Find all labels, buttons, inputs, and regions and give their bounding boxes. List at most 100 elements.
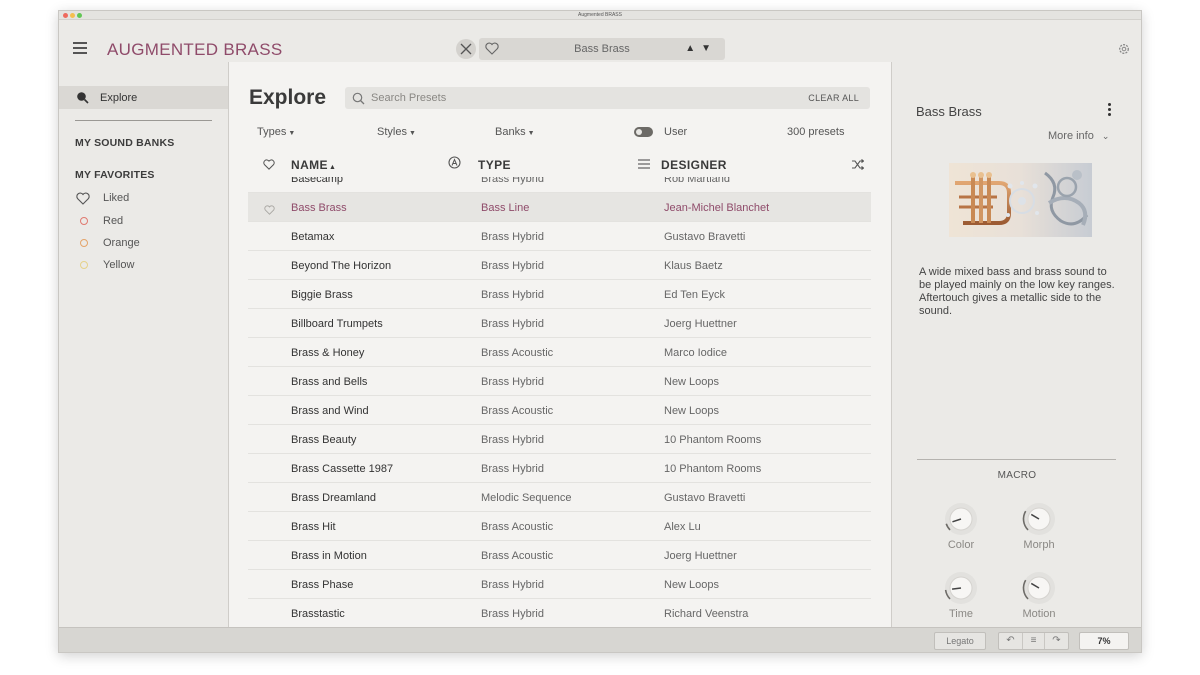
table-row[interactable]: Bass Brass Bass Line Jean-Michel Blanchet — [248, 193, 871, 222]
table-row[interactable]: Brass Dreamland Melodic Sequence Gustavo B… — [248, 483, 871, 512]
column-header-designer[interactable]: DESIGNER — [661, 158, 727, 172]
red-dot-icon — [80, 217, 88, 225]
macro-knob-color[interactable] — [944, 502, 978, 536]
clear-all-button[interactable]: CLEAR ALL — [808, 93, 859, 103]
preset-type-cell: Brass Hybrid — [481, 376, 544, 388]
preset-type-cell: Bass Line — [481, 202, 530, 214]
macro-knob-label: Morph — [1023, 539, 1055, 551]
preset-designer-cell: Jean-Michel Blanchet — [664, 202, 770, 214]
title-bar: Augmented BRASS — [59, 11, 1141, 20]
preset-name-cell: Bass Brass — [291, 202, 347, 214]
preset-name-cell: Brass Phase — [291, 579, 354, 591]
column-header-type[interactable]: TYPE — [478, 158, 511, 172]
preset-name-cell: Brass and Bells — [291, 376, 368, 388]
macro-knob-label: Motion — [1022, 608, 1056, 620]
table-row[interactable]: Brass in Motion Brass Acoustic Joerg Huett… — [248, 541, 871, 570]
table-row[interactable]: Brass Beauty Brass Hybrid 10 Phantom Rooms — [248, 425, 871, 454]
my-sound-banks-heading[interactable]: MY SOUND BANKS — [75, 137, 174, 149]
table-row[interactable]: Beyond The Horizon Brass Hybrid Klaus Baet… — [248, 251, 871, 280]
table-row[interactable]: Billboard Trumpets Brass Hybrid Joerg Huet… — [248, 309, 871, 338]
close-icon — [460, 43, 472, 55]
table-row[interactable]: Brass & Honey Brass Acoustic Marco Iodice — [248, 338, 871, 367]
table-row[interactable]: Brass and Wind Brass Acoustic New Loops — [248, 396, 871, 425]
preset-type-cell: Melodic Sequence — [481, 492, 572, 504]
user-toggle-label: User — [664, 126, 688, 138]
table-row[interactable]: Biggie Brass Brass Hybrid Ed Ten Eyck — [248, 280, 871, 309]
preset-name-cell: Brass Cassette 1987 — [291, 463, 394, 475]
preset-count: 300 presets — [787, 126, 845, 138]
legato-button[interactable]: Legato — [934, 632, 986, 650]
macro-heading: MACRO — [997, 470, 1037, 481]
preset-designer-cell: Alex Lu — [664, 521, 701, 533]
preset-type-cell: Brass Hybrid — [481, 463, 544, 475]
undo-icon[interactable]: ↶ — [999, 633, 1022, 649]
table-row[interactable]: Brasstastic Brass Hybrid Richard Veenstra — [248, 599, 871, 627]
table-row[interactable]: Basecamp Brass Hybrid Rob Martland — [248, 177, 871, 193]
sidebar-item-label: Red — [103, 215, 124, 227]
user-toggle[interactable] — [634, 127, 653, 137]
table-row[interactable]: Betamax Brass Hybrid Gustavo Bravetti — [248, 222, 871, 251]
preset-browser: Explore CLEAR ALL Types▼ Styles▼ Banks▼ … — [229, 62, 937, 627]
column-header-name[interactable]: NAME▲ — [291, 158, 336, 172]
preset-name-cell: Basecamp — [291, 177, 343, 185]
preset-type-cell: Brass Hybrid — [481, 289, 544, 301]
gear-icon[interactable] — [1117, 42, 1131, 56]
caret-down-icon: ▼ — [288, 130, 296, 137]
preset-name-cell: Brass & Honey — [291, 347, 365, 359]
preset-selector[interactable]: Bass Brass ▲▼ — [479, 38, 725, 60]
preset-name-cell: Brass Beauty — [291, 434, 357, 446]
redo-icon[interactable]: ↷ — [1045, 633, 1068, 649]
preset-table: Basecamp Brass Hybrid Rob Martland Bass Bra… — [248, 177, 871, 627]
chevron-down-icon: ⌄ — [1101, 131, 1110, 141]
preset-designer-cell: Gustavo Bravetti — [664, 492, 746, 504]
sidebar-item-label: Explore — [100, 92, 138, 104]
preset-type-cell: Brass Hybrid — [481, 318, 544, 330]
more-options-icon[interactable] — [1108, 103, 1112, 118]
preset-name-cell: Billboard Trumpets — [291, 318, 383, 330]
close-browser-button[interactable] — [456, 39, 476, 59]
search-icon — [352, 92, 365, 105]
sort-ascending-icon: ▲ — [328, 164, 337, 171]
shuffle-icon[interactable] — [852, 159, 864, 170]
types-filter[interactable]: Types ▼ — [257, 126, 295, 138]
sidebar-item-explore[interactable]: Explore — [59, 86, 228, 109]
macro-knob-morph[interactable] — [1022, 502, 1056, 536]
heart-icon[interactable] — [264, 202, 275, 220]
banks-filter[interactable]: Banks ▼ — [495, 126, 535, 138]
preset-designer-cell: Joerg Huettner — [664, 318, 737, 330]
macro-knob-time[interactable] — [944, 571, 978, 605]
preset-designer-cell: Joerg Huettner — [664, 550, 737, 562]
table-row[interactable]: Brass Phase Brass Hybrid New Loops — [248, 570, 871, 599]
preset-info-name: Bass Brass — [916, 104, 982, 119]
preset-name-cell: Brass and Wind — [291, 405, 369, 417]
undo-history-group: ↶ ≡ ↷ — [998, 632, 1069, 650]
next-preset-icon[interactable]: ▼ — [701, 43, 717, 54]
macro-knob-label: Time — [948, 608, 974, 620]
list-icon[interactable] — [638, 159, 650, 169]
preset-type-cell: Brass Hybrid — [481, 231, 544, 243]
orange-dot-icon — [80, 239, 88, 247]
preset-designer-cell: 10 Phantom Rooms — [664, 434, 762, 446]
table-row[interactable]: Brass Hit Brass Acoustic Alex Lu — [248, 512, 871, 541]
arturia-logo-icon[interactable] — [448, 156, 461, 169]
preset-description: A wide mixed bass and brass sound to be … — [919, 266, 1115, 317]
preset-designer-cell: Marco Iodice — [664, 347, 727, 359]
caret-down-icon: ▼ — [527, 130, 535, 137]
table-row[interactable]: Brass Cassette 1987 Brass Hybrid 10 Phanto… — [248, 454, 871, 483]
cpu-meter: 7% — [1079, 632, 1129, 650]
previous-preset-icon[interactable]: ▲ — [685, 43, 701, 54]
preset-type-cell: Brass Hybrid — [481, 434, 544, 446]
more-info-button[interactable]: More info ⌄ — [1048, 130, 1109, 142]
preset-designer-cell: Klaus Baetz — [664, 260, 723, 272]
styles-filter[interactable]: Styles ▼ — [377, 126, 416, 138]
history-icon[interactable]: ≡ — [1022, 633, 1045, 649]
app-window: Augmented BRASS AUGMENTED BRASS Bass Bra… — [58, 10, 1142, 653]
table-row[interactable]: Brass and Bells Brass Hybrid New Loops — [248, 367, 871, 396]
preset-designer-cell: Ed Ten Eyck — [664, 289, 725, 301]
status-bar: Legato ↶ ≡ ↷ 7% — [59, 627, 1141, 652]
heart-icon[interactable] — [263, 159, 275, 170]
macro-knob-motion[interactable] — [1022, 571, 1056, 605]
hamburger-menu-icon[interactable] — [73, 42, 87, 54]
preset-name-cell: Brass in Motion — [291, 550, 367, 562]
search-input[interactable] — [371, 90, 771, 106]
